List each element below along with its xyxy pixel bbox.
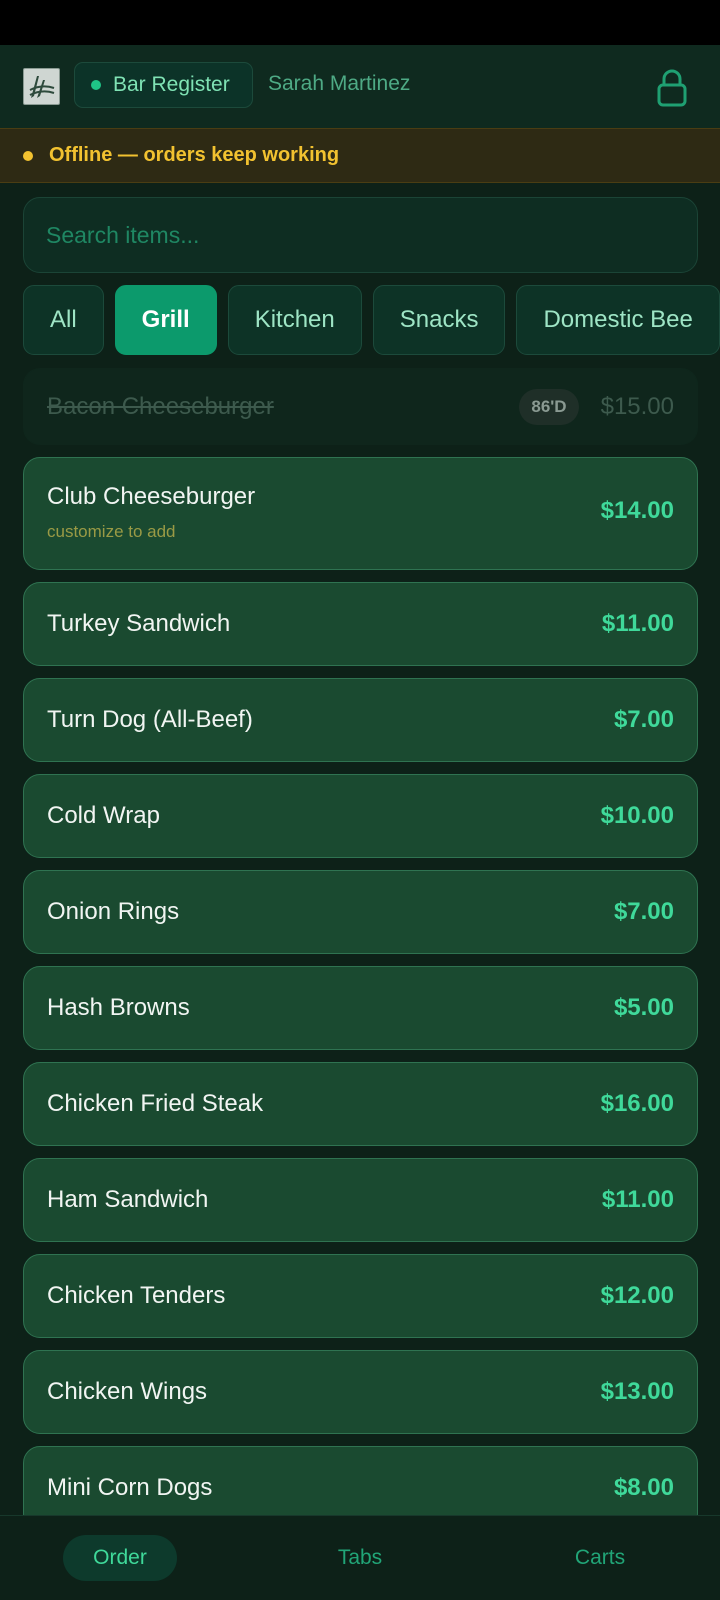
item-name: Chicken Fried Steak [47,1090,264,1117]
item-name: Cold Wrap [47,802,160,829]
item-name: Chicken Tenders [47,1282,226,1309]
register-label: Bar Register [113,73,230,96]
item-name: Bacon Cheeseburger [47,392,274,420]
item-price: $7.00 [613,706,674,733]
menu-item[interactable]: Chicken Tenders $12.00 [23,1254,698,1338]
menu-item[interactable]: Hash Browns $5.00 [23,966,698,1050]
nav-order[interactable]: Order [0,1535,240,1581]
offline-status-dot [23,150,33,161]
menu-item[interactable]: Chicken Fried Steak $16.00 [23,1062,698,1146]
item-price: $11.00 [601,1186,674,1213]
item-price: $7.00 [613,898,674,925]
item-subtitle: customize to add [47,522,176,541]
item-price: $8.00 [613,1474,674,1501]
item-price: $14.00 [600,497,674,524]
lock-button[interactable] [652,67,692,109]
nav-carts-label: Carts [574,1546,626,1569]
sold-out-badge: 86'D [519,388,579,425]
menu-item[interactable]: Ham Sandwich $11.00 [23,1158,698,1242]
register-status-dot [91,80,101,90]
category-chip-domestic-beer[interactable]: Domestic Bee [516,285,720,355]
item-name: Club Cheeseburger [47,483,256,510]
item-price: $15.00 [600,392,674,420]
category-tabs: All Grill Kitchen Snacks Domestic Bee [23,285,720,355]
category-chip-all[interactable]: All [23,285,104,355]
item-name: Onion Rings [47,898,180,925]
bottom-navigation: Order Tabs Carts [0,1515,720,1600]
offline-banner: Offline — orders keep working [0,128,720,183]
category-chip-snacks[interactable]: Snacks [372,285,506,355]
nav-tabs-label: Tabs [337,1546,383,1569]
nav-tabs[interactable]: Tabs [240,1535,480,1581]
item-name: Hash Browns [47,994,190,1021]
menu-item[interactable]: Chicken Wings $13.00 [23,1350,698,1434]
item-price: $13.00 [600,1378,674,1405]
item-name: Ham Sandwich [47,1186,209,1213]
status-bar [0,0,720,45]
register-selector[interactable]: Bar Register [74,62,253,108]
item-name: Mini Corn Dogs [47,1474,213,1501]
nav-order-label: Order [63,1535,177,1581]
menu-item[interactable]: Turkey Sandwich $11.00 [23,582,698,666]
category-chip-kitchen[interactable]: Kitchen [227,285,362,355]
item-price: $11.00 [601,610,674,637]
nav-carts[interactable]: Carts [480,1535,720,1581]
menu-item[interactable]: Turn Dog (All-Beef) $7.00 [23,678,698,762]
lock-icon [657,69,687,107]
menu-item[interactable]: Club Cheeseburger customize to add $14.0… [23,457,698,570]
item-price: $12.00 [600,1282,674,1309]
offline-message: Offline — orders keep working [49,144,340,166]
item-price: $5.00 [613,994,674,1021]
menu-item-list: Bacon Cheeseburger 86'D $15.00 Club Chee… [23,368,698,1515]
menu-item[interactable]: Mini Corn Dogs $8.00 [23,1446,698,1515]
item-name: Turn Dog (All-Beef) [47,706,253,733]
item-name: Chicken Wings [47,1378,208,1405]
menu-item[interactable]: Onion Rings $7.00 [23,870,698,954]
menu-item[interactable]: Cold Wrap $10.00 [23,774,698,858]
search-input[interactable] [23,197,698,273]
menu-item-sold-out: Bacon Cheeseburger 86'D $15.00 [23,368,698,445]
item-name: Turkey Sandwich [47,610,231,637]
category-chip-grill[interactable]: Grill [114,285,217,355]
app-header: Bar Register Sarah Martinez [0,45,720,128]
user-name: Sarah Martinez [268,72,411,95]
app-logo [23,68,60,105]
item-price: $16.00 [600,1090,674,1117]
item-price: $10.00 [600,802,674,829]
